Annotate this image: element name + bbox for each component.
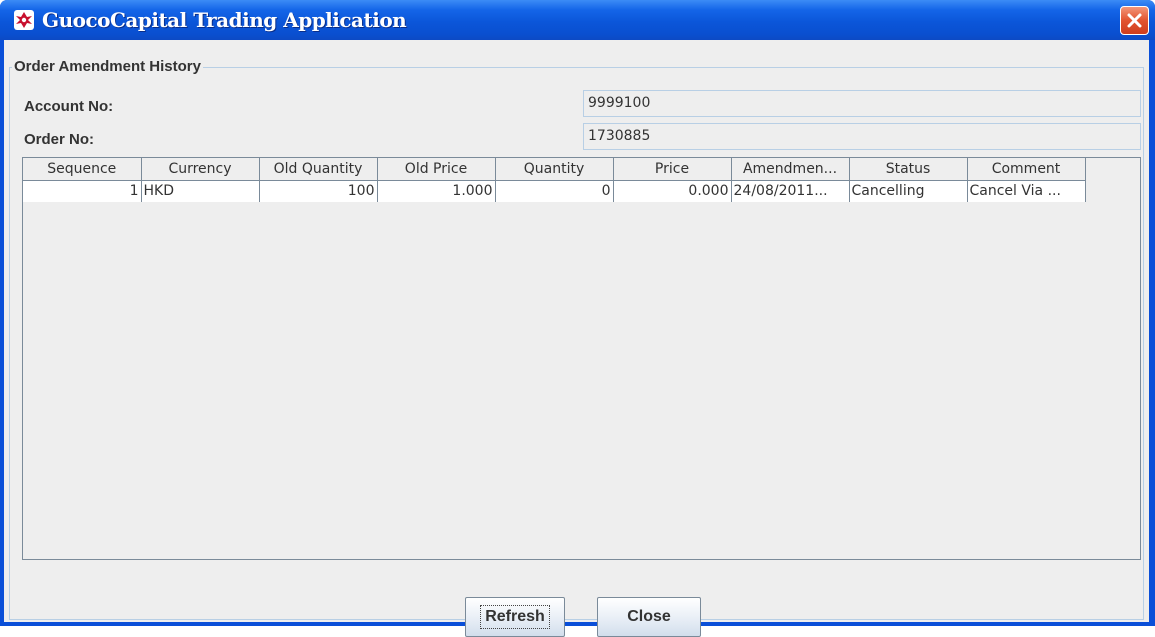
cell-status[interactable]: Cancelling [849,180,968,202]
cell-old-price[interactable]: 1.000 [377,180,496,202]
cell-amendment[interactable]: 24/08/2011... [731,180,850,202]
amendment-table-scrollpane[interactable]: Sequence Currency Old Quantity Old Price… [22,157,1141,560]
refresh-button-label: Refresh [480,605,550,629]
group-title: Order Amendment History [12,57,203,77]
cell-old-quantity[interactable]: 100 [259,180,378,202]
column-header-amendment[interactable]: Amendmen... [731,158,850,181]
account-no-label: Account No: [24,98,114,115]
cell-currency[interactable]: HKD [141,180,260,202]
column-header-price[interactable]: Price [613,158,732,181]
order-no-label: Order No: [24,131,95,148]
column-header-currency[interactable]: Currency [141,158,260,181]
dialog-content: Order Amendment History Account No: 9999… [4,40,1149,637]
column-header-comment[interactable]: Comment [967,158,1086,181]
title-bar[interactable]: GuocoCapital Trading Application [0,0,1155,40]
application-window: GuocoCapital Trading Application Order A… [0,0,1155,637]
table-header-row: Sequence Currency Old Quantity Old Price… [23,158,1086,181]
guococapital-logo-icon [14,10,34,30]
refresh-button[interactable]: Refresh [465,597,565,637]
cell-quantity[interactable]: 0 [495,180,614,202]
column-header-quantity[interactable]: Quantity [495,158,614,181]
column-header-old-price[interactable]: Old Price [377,158,496,181]
table-row[interactable]: 1 HKD 100 1.000 0 0.000 24/08/2011... Ca… [23,180,1086,202]
cell-comment[interactable]: Cancel Via ... [967,180,1086,202]
close-button-label: Close [627,608,671,625]
amendment-table[interactable]: Sequence Currency Old Quantity Old Price… [23,158,1086,202]
close-button[interactable]: Close [597,597,701,637]
column-header-status[interactable]: Status [849,158,968,181]
window-close-button[interactable] [1120,6,1149,35]
order-no-value: 1730885 [583,123,1141,150]
column-header-sequence[interactable]: Sequence [23,158,142,181]
cell-price[interactable]: 0.000 [613,180,732,202]
window-title: GuocoCapital Trading Application [42,8,407,32]
account-no-value: 9999100 [583,90,1141,117]
cell-sequence[interactable]: 1 [23,180,142,202]
column-header-old-quantity[interactable]: Old Quantity [259,158,378,181]
